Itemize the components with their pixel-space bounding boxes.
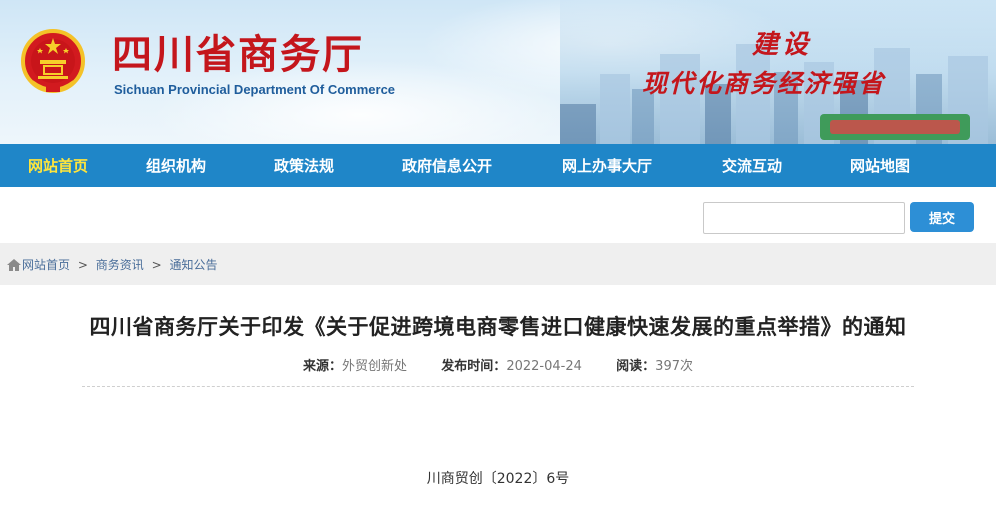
publish-date-value: 2022-04-24: [506, 359, 582, 374]
nav-item-online-services[interactable]: 网上办事大厅: [562, 155, 722, 176]
stadium-track: [830, 120, 960, 134]
breadcrumb-notices[interactable]: 通知公告: [169, 258, 217, 272]
nav-item-interaction[interactable]: 交流互动: [722, 155, 850, 176]
views-label: 阅读：: [616, 359, 656, 374]
slogan-line-1: 建设: [752, 30, 813, 60]
publish-date-label: 发布时间：: [441, 359, 507, 374]
national-emblem-icon[interactable]: [20, 28, 86, 98]
nav-item-home[interactable]: 网站首页: [16, 155, 146, 176]
search-submit-button[interactable]: 提交: [910, 202, 974, 232]
document-number: 川商贸创〔2022〕6号: [426, 471, 570, 487]
article-title: 四川省商务厅关于印发《关于促进跨境电商零售进口健康快速发展的重点举措》的通知: [89, 315, 907, 339]
slogan-line-2: 现代化商务经济强省: [642, 69, 886, 98]
search-bar: 提交: [0, 187, 996, 243]
nav-item-gov-info[interactable]: 政府信息公开: [402, 155, 562, 176]
meta-divider: [82, 386, 914, 387]
breadcrumb-business-news[interactable]: 商务资讯: [96, 258, 144, 272]
search-input[interactable]: [703, 202, 905, 234]
source-label: 来源：: [302, 359, 342, 374]
views-value: 397次: [655, 359, 693, 374]
breadcrumb-separator: >: [151, 257, 162, 272]
home-icon[interactable]: [6, 258, 22, 272]
nav-item-policy[interactable]: 政策法规: [274, 155, 402, 176]
nav-item-organization[interactable]: 组织机构: [146, 155, 274, 176]
breadcrumb-home[interactable]: 网站首页: [22, 258, 70, 272]
source-value: 外贸创新处: [342, 359, 408, 374]
site-header: 四川省商务厅 Sichuan Provincial Department Of …: [0, 0, 996, 144]
breadcrumb: 网站首页 > 商务资讯 > 通知公告: [0, 243, 996, 285]
main-nav: 网站首页 组织机构 政策法规 政府信息公开 网上办事大厅 交流互动 网站地图: [0, 144, 996, 187]
article-meta: 来源：外贸创新处 发布时间：2022-04-24 阅读：397次: [0, 355, 996, 374]
site-title[interactable]: 四川省商务厅: [112, 32, 364, 78]
breadcrumb-separator: >: [77, 257, 88, 272]
site-subtitle: Sichuan Provincial Department Of Commerc…: [114, 82, 396, 97]
nav-item-sitemap[interactable]: 网站地图: [850, 155, 950, 176]
